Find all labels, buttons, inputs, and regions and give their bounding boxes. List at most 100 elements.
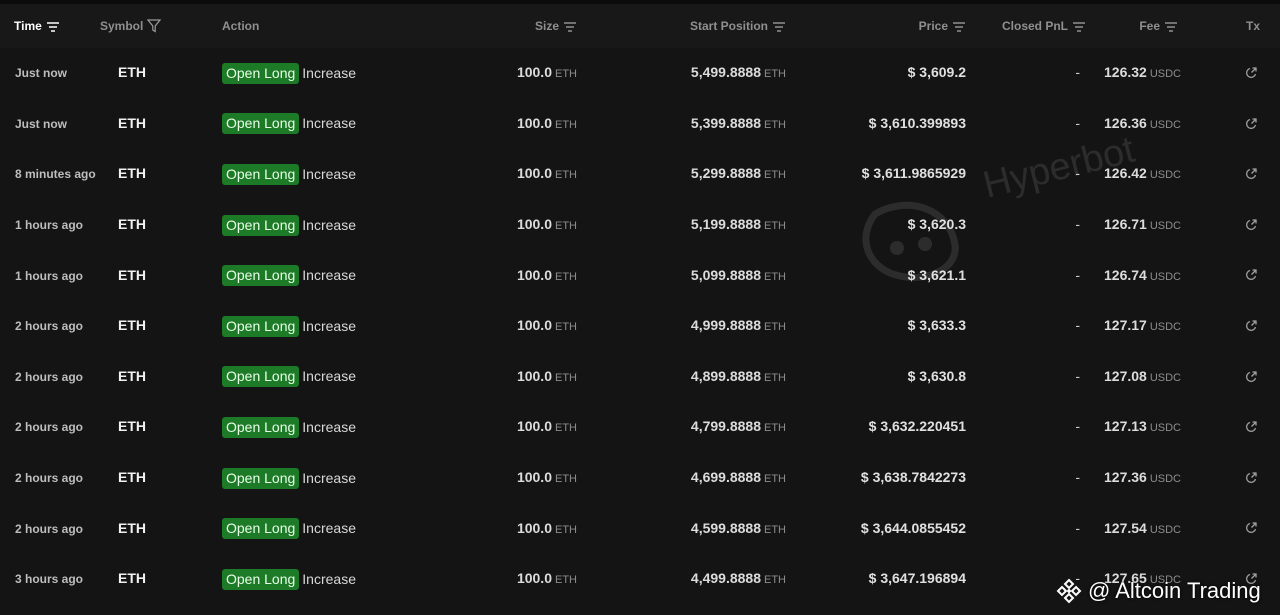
external-link-icon[interactable]: [1244, 319, 1258, 333]
action-badge: Open Long: [222, 315, 300, 337]
external-link-icon[interactable]: [1244, 66, 1258, 80]
row-size: 100.0 ETH: [516, 418, 577, 435]
row-tx[interactable]: [1196, 250, 1280, 301]
row-symbol: ETH: [118, 165, 146, 182]
row-action: Open Long Increase: [218, 301, 418, 352]
table-row[interactable]: 2 hours ago ETH Open Long Increase 100.0 E…: [0, 402, 1280, 453]
row-tx[interactable]: [1196, 352, 1280, 403]
table-row[interactable]: 2 hours ago ETH Open Long Increase 100.0 E…: [0, 352, 1280, 403]
col-symbol[interactable]: Symbol: [100, 4, 218, 48]
action-badge: Open Long: [222, 214, 300, 236]
row-closed-pnl: -: [1075, 216, 1080, 233]
row-fee: 127.36 USDC: [1104, 469, 1181, 486]
row-symbol: ETH: [118, 64, 146, 81]
row-size: 100.0 ETH: [516, 469, 577, 486]
sort-icon[interactable]: [952, 21, 966, 33]
row-closed-pnl: -: [1075, 317, 1080, 334]
row-action: Open Long Increase: [218, 99, 418, 150]
row-size: 100.0 ETH: [516, 64, 577, 81]
external-link-icon[interactable]: [1244, 268, 1258, 282]
table-row[interactable]: 2 hours ago ETH Open Long Increase 100.0 E…: [0, 453, 1280, 504]
row-size: 100.0 ETH: [516, 216, 577, 233]
sort-icon[interactable]: [772, 21, 786, 33]
external-link-icon[interactable]: [1244, 218, 1258, 232]
row-size: 100.0 ETH: [516, 114, 577, 131]
external-link-icon[interactable]: [1244, 420, 1258, 434]
action-badge: Open Long: [222, 416, 300, 438]
col-time[interactable]: Time: [0, 4, 100, 48]
col-price[interactable]: Price: [788, 4, 968, 48]
row-tx[interactable]: [1196, 48, 1280, 99]
row-start-position: 4,599.8888 ETH: [690, 519, 786, 536]
row-time: 1 hours ago: [15, 218, 84, 233]
row-action: Open Long Increase: [218, 402, 418, 453]
row-fee: 127.08 USDC: [1104, 367, 1181, 384]
row-action: Open Long Increase: [218, 352, 418, 403]
filter-icon[interactable]: [147, 19, 162, 33]
row-price: $ 3,633.3: [907, 317, 966, 334]
table-row[interactable]: 2 hours ago ETH Open Long Increase 100.0 E…: [0, 503, 1280, 554]
row-time: 2 hours ago: [15, 319, 84, 334]
row-size: 100.0 ETH: [516, 570, 577, 587]
table-row[interactable]: Just now ETH Open Long Increase 100.0 ETH …: [0, 48, 1280, 99]
row-action: Open Long Increase: [218, 453, 418, 504]
row-time: Just now: [15, 66, 68, 81]
row-price: $ 3,647.196894: [868, 570, 966, 587]
brand-footer: @ Altcoin Trading: [1056, 574, 1261, 608]
external-link-icon[interactable]: [1244, 471, 1258, 485]
row-fee: 126.71 USDC: [1104, 216, 1181, 233]
sort-icon[interactable]: [46, 21, 60, 33]
row-tx[interactable]: [1196, 402, 1280, 453]
col-action: Action: [222, 19, 260, 33]
table-header: Time Symbol Action Size Start Position P…: [0, 4, 1280, 48]
external-link-icon[interactable]: [1244, 167, 1258, 181]
row-start-position: 5,399.8888 ETH: [690, 114, 786, 131]
binance-logo-icon: [1056, 578, 1082, 604]
row-start-position: 4,799.8888 ETH: [690, 418, 786, 435]
col-start-position[interactable]: Start Position: [580, 4, 788, 48]
row-fee: 127.13 USDC: [1104, 418, 1181, 435]
row-symbol: ETH: [118, 216, 146, 233]
row-closed-pnl: -: [1075, 367, 1080, 384]
row-closed-pnl: -: [1075, 64, 1080, 81]
sort-icon[interactable]: [1072, 21, 1086, 33]
row-price: $ 3,638.7842273: [860, 469, 966, 486]
trade-history-table: Time Symbol Action Size Start Position P…: [0, 4, 1280, 605]
row-tx[interactable]: [1196, 149, 1280, 200]
row-time: 8 minutes ago: [15, 167, 96, 182]
sort-icon[interactable]: [1164, 21, 1178, 33]
row-symbol: ETH: [118, 519, 146, 536]
external-link-icon[interactable]: [1244, 370, 1258, 384]
row-price: $ 3,609.2: [907, 64, 966, 81]
col-size[interactable]: Size: [418, 4, 580, 48]
row-action: Open Long Increase: [218, 503, 418, 554]
col-closed-pnl[interactable]: Closed PnL: [968, 4, 1088, 48]
row-fee: 126.32 USDC: [1104, 64, 1181, 81]
row-start-position: 4,899.8888 ETH: [690, 367, 786, 384]
row-start-position: 5,299.8888 ETH: [690, 165, 786, 182]
table-row[interactable]: 1 hours ago ETH Open Long Increase 100.0 E…: [0, 250, 1280, 301]
row-start-position: 5,499.8888 ETH: [690, 64, 786, 81]
table-row[interactable]: 2 hours ago ETH Open Long Increase 100.0 E…: [0, 301, 1280, 352]
row-tx[interactable]: [1196, 99, 1280, 150]
row-time: 2 hours ago: [15, 420, 84, 435]
external-link-icon[interactable]: [1244, 521, 1258, 535]
row-size: 100.0 ETH: [516, 317, 577, 334]
row-start-position: 4,999.8888 ETH: [690, 317, 786, 334]
row-closed-pnl: -: [1075, 519, 1080, 536]
action-badge: Open Long: [222, 113, 300, 135]
row-tx[interactable]: [1196, 503, 1280, 554]
row-start-position: 5,199.8888 ETH: [690, 216, 786, 233]
row-symbol: ETH: [118, 317, 146, 334]
row-tx[interactable]: [1196, 200, 1280, 251]
col-fee[interactable]: Fee: [1088, 4, 1196, 48]
brand-text: @ Altcoin Trading: [1088, 578, 1261, 603]
external-link-icon[interactable]: [1244, 117, 1258, 131]
row-start-position: 4,699.8888 ETH: [690, 469, 786, 486]
row-time: 1 hours ago: [15, 268, 84, 283]
row-tx[interactable]: [1196, 301, 1280, 352]
row-tx[interactable]: [1196, 453, 1280, 504]
row-time: 2 hours ago: [15, 521, 84, 536]
sort-icon[interactable]: [563, 21, 577, 33]
table-row[interactable]: 1 hours ago ETH Open Long Increase 100.0 E…: [0, 200, 1280, 251]
